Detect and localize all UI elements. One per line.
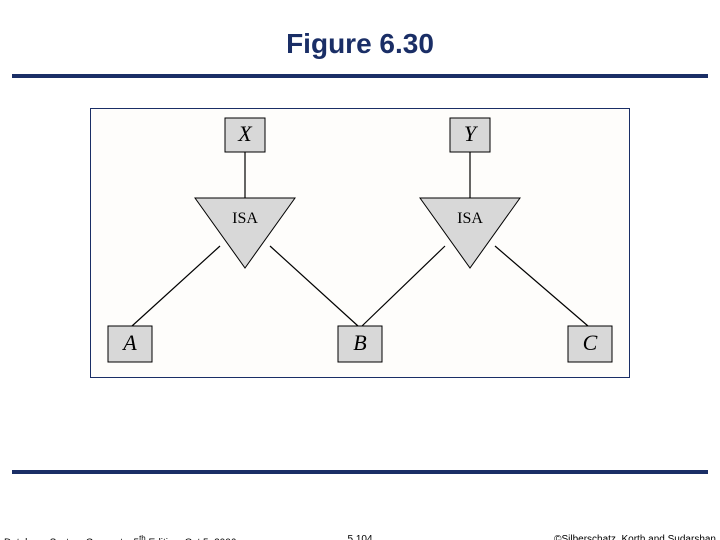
entity-c-label: C xyxy=(583,330,598,355)
isa-label-2: ISA xyxy=(457,210,483,227)
er-diagram: X Y ISA ISA A B xyxy=(90,108,630,378)
entity-c: C xyxy=(568,326,612,362)
entity-b: B xyxy=(338,326,382,362)
entity-x-label: X xyxy=(237,121,253,146)
entity-x: X xyxy=(225,118,265,152)
header-rule xyxy=(12,74,708,78)
footer-right: ©Silberschatz, Korth and Sudarshan xyxy=(554,534,716,540)
footer-rule xyxy=(12,470,708,474)
figure-title: Figure 6.30 xyxy=(0,28,720,60)
entity-a-label: A xyxy=(121,330,137,355)
isa-label-1: ISA xyxy=(232,210,258,227)
slide: Figure 6.30 X Y xyxy=(0,0,720,540)
entity-b-label: B xyxy=(353,330,366,355)
entity-y: Y xyxy=(450,118,490,152)
entity-a: A xyxy=(108,326,152,362)
